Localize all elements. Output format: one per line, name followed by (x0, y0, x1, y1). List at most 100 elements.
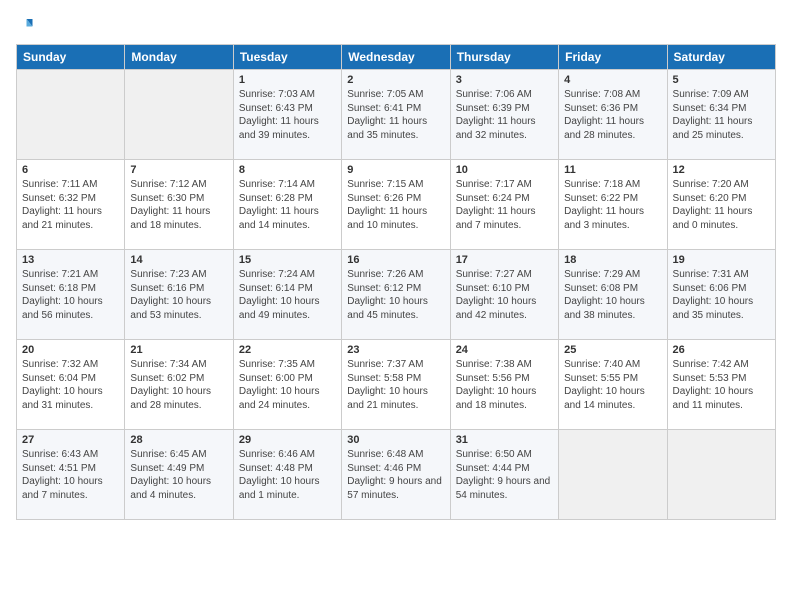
calendar-day-cell: 31 Sunrise: 6:50 AM Sunset: 4:44 PM Dayli… (450, 430, 558, 520)
calendar-day-cell: 12 Sunrise: 7:20 AM Sunset: 6:20 PM Dayli… (667, 160, 775, 250)
day-of-week-header: Saturday (667, 45, 775, 70)
day-info: Sunrise: 7:40 AM Sunset: 5:55 PM Dayligh… (564, 358, 661, 412)
day-info: Sunrise: 6:48 AM Sunset: 4:46 PM Dayligh… (347, 448, 444, 502)
day-number: 18 (564, 254, 661, 266)
calendar-day-cell: 8 Sunrise: 7:14 AM Sunset: 6:28 PM Daylig… (233, 160, 341, 250)
calendar-day-cell: 14Sunrise: 7:23 AM Sunset: 6:16 PM Dayli… (125, 250, 233, 340)
day-info: Sunrise: 7:18 AM Sunset: 6:22 PM Dayligh… (564, 178, 661, 232)
day-number: 17 (456, 254, 553, 266)
day-info: Sunrise: 7:08 AM Sunset: 6:36 PM Dayligh… (564, 88, 661, 142)
calendar-day-cell: 29 Sunrise: 6:46 AM Sunset: 4:48 PM Dayli… (233, 430, 341, 520)
day-number: 20 (22, 344, 119, 356)
day-info: Sunrise: 7:14 AM Sunset: 6:28 PM Dayligh… (239, 178, 336, 232)
calendar-day-cell: 19 Sunrise: 7:31 AM Sunset: 6:06 PM Dayli… (667, 250, 775, 340)
day-info: Sunrise: 7:23 AM Sunset: 6:16 PM Dayligh… (130, 268, 227, 322)
day-of-week-header: Tuesday (233, 45, 341, 70)
day-info: Sunrise: 7:31 AM Sunset: 6:06 PM Dayligh… (673, 268, 770, 322)
calendar-day-cell: 4 Sunrise: 7:08 AM Sunset: 6:36 PM Daylig… (559, 70, 667, 160)
calendar-day-cell: 15Sunrise: 7:24 AM Sunset: 6:14 PM Dayli… (233, 250, 341, 340)
day-number: 25 (564, 344, 661, 356)
day-info: Sunrise: 7:20 AM Sunset: 6:20 PM Dayligh… (673, 178, 770, 232)
calendar-day-cell: 7Sunrise: 7:12 AM Sunset: 6:30 PM Daylig… (125, 160, 233, 250)
day-info: Sunrise: 7:37 AM Sunset: 5:58 PM Dayligh… (347, 358, 444, 412)
day-number: 4 (564, 74, 661, 86)
day-info: Sunrise: 7:11 AM Sunset: 6:32 PM Dayligh… (22, 178, 119, 232)
day-of-week-header: Wednesday (342, 45, 450, 70)
day-number: 23 (347, 344, 444, 356)
calendar-day-cell: 25 Sunrise: 7:40 AM Sunset: 5:55 PM Dayli… (559, 340, 667, 430)
calendar-week-row: 1Sunrise: 7:03 AM Sunset: 6:43 PM Daylig… (17, 70, 776, 160)
day-number: 22 (239, 344, 336, 356)
day-info: Sunrise: 7:29 AM Sunset: 6:08 PM Dayligh… (564, 268, 661, 322)
calendar-day-cell: 17Sunrise: 7:27 AM Sunset: 6:10 PM Dayli… (450, 250, 558, 340)
calendar-day-cell: 30 Sunrise: 6:48 AM Sunset: 4:46 PM Dayli… (342, 430, 450, 520)
day-info: Sunrise: 7:06 AM Sunset: 6:39 PM Dayligh… (456, 88, 553, 142)
page-header (16, 16, 776, 34)
calendar-week-row: 27 Sunrise: 6:43 AM Sunset: 4:51 PM Dayli… (17, 430, 776, 520)
day-number: 24 (456, 344, 553, 356)
day-number: 9 (347, 164, 444, 176)
day-info: Sunrise: 7:05 AM Sunset: 6:41 PM Dayligh… (347, 88, 444, 142)
calendar-day-cell: 1Sunrise: 7:03 AM Sunset: 6:43 PM Daylig… (233, 70, 341, 160)
day-info: Sunrise: 7:15 AM Sunset: 6:26 PM Dayligh… (347, 178, 444, 232)
day-info: Sunrise: 7:34 AM Sunset: 6:02 PM Dayligh… (130, 358, 227, 412)
calendar-day-cell: 23 Sunrise: 7:37 AM Sunset: 5:58 PM Dayli… (342, 340, 450, 430)
calendar-day-cell: 16 Sunrise: 7:26 AM Sunset: 6:12 PM Dayli… (342, 250, 450, 340)
day-number: 5 (673, 74, 770, 86)
logo-icon (16, 16, 34, 34)
day-number: 12 (673, 164, 770, 176)
day-number: 8 (239, 164, 336, 176)
calendar-day-cell: 20 Sunrise: 7:32 AM Sunset: 6:04 PM Dayli… (17, 340, 125, 430)
calendar-day-cell: 10Sunrise: 7:17 AM Sunset: 6:24 PM Dayli… (450, 160, 558, 250)
calendar-day-cell: 18 Sunrise: 7:29 AM Sunset: 6:08 PM Dayli… (559, 250, 667, 340)
day-number: 1 (239, 74, 336, 86)
day-number: 6 (22, 164, 119, 176)
day-number: 28 (130, 434, 227, 446)
calendar-day-cell: 13Sunrise: 7:21 AM Sunset: 6:18 PM Dayli… (17, 250, 125, 340)
day-of-week-header: Monday (125, 45, 233, 70)
calendar-day-cell (125, 70, 233, 160)
day-info: Sunrise: 6:45 AM Sunset: 4:49 PM Dayligh… (130, 448, 227, 502)
day-number: 31 (456, 434, 553, 446)
day-info: Sunrise: 6:46 AM Sunset: 4:48 PM Dayligh… (239, 448, 336, 502)
day-info: Sunrise: 7:32 AM Sunset: 6:04 PM Dayligh… (22, 358, 119, 412)
day-number: 19 (673, 254, 770, 266)
calendar-day-cell: 3 Sunrise: 7:06 AM Sunset: 6:39 PM Daylig… (450, 70, 558, 160)
calendar-week-row: 6 Sunrise: 7:11 AM Sunset: 6:32 PM Daylig… (17, 160, 776, 250)
day-info: Sunrise: 6:50 AM Sunset: 4:44 PM Dayligh… (456, 448, 553, 502)
calendar-day-cell: 28 Sunrise: 6:45 AM Sunset: 4:49 PM Dayli… (125, 430, 233, 520)
logo (16, 16, 38, 34)
day-number: 30 (347, 434, 444, 446)
calendar-header-row: SundayMondayTuesdayWednesdayThursdayFrid… (17, 45, 776, 70)
calendar-week-row: 13Sunrise: 7:21 AM Sunset: 6:18 PM Dayli… (17, 250, 776, 340)
day-number: 29 (239, 434, 336, 446)
day-info: Sunrise: 7:38 AM Sunset: 5:56 PM Dayligh… (456, 358, 553, 412)
day-info: Sunrise: 7:24 AM Sunset: 6:14 PM Dayligh… (239, 268, 336, 322)
calendar-day-cell (17, 70, 125, 160)
day-number: 16 (347, 254, 444, 266)
calendar-day-cell: 2 Sunrise: 7:05 AM Sunset: 6:41 PM Daylig… (342, 70, 450, 160)
calendar-day-cell (559, 430, 667, 520)
day-info: Sunrise: 7:35 AM Sunset: 6:00 PM Dayligh… (239, 358, 336, 412)
day-info: Sunrise: 7:26 AM Sunset: 6:12 PM Dayligh… (347, 268, 444, 322)
calendar-day-cell: 6 Sunrise: 7:11 AM Sunset: 6:32 PM Daylig… (17, 160, 125, 250)
day-number: 27 (22, 434, 119, 446)
day-of-week-header: Friday (559, 45, 667, 70)
day-info: Sunrise: 6:43 AM Sunset: 4:51 PM Dayligh… (22, 448, 119, 502)
calendar-day-cell: 27 Sunrise: 6:43 AM Sunset: 4:51 PM Dayli… (17, 430, 125, 520)
calendar-week-row: 20 Sunrise: 7:32 AM Sunset: 6:04 PM Dayli… (17, 340, 776, 430)
day-info: Sunrise: 7:21 AM Sunset: 6:18 PM Dayligh… (22, 268, 119, 322)
day-number: 11 (564, 164, 661, 176)
day-of-week-header: Sunday (17, 45, 125, 70)
day-number: 3 (456, 74, 553, 86)
calendar-day-cell: 26Sunrise: 7:42 AM Sunset: 5:53 PM Dayli… (667, 340, 775, 430)
calendar-day-cell: 24 Sunrise: 7:38 AM Sunset: 5:56 PM Dayli… (450, 340, 558, 430)
day-info: Sunrise: 7:12 AM Sunset: 6:30 PM Dayligh… (130, 178, 227, 232)
calendar-table: SundayMondayTuesdayWednesdayThursdayFrid… (16, 44, 776, 520)
day-number: 2 (347, 74, 444, 86)
calendar-day-cell: 5Sunrise: 7:09 AM Sunset: 6:34 PM Daylig… (667, 70, 775, 160)
day-of-week-header: Thursday (450, 45, 558, 70)
calendar-day-cell: 9 Sunrise: 7:15 AM Sunset: 6:26 PM Daylig… (342, 160, 450, 250)
calendar-day-cell: 21Sunrise: 7:34 AM Sunset: 6:02 PM Dayli… (125, 340, 233, 430)
day-number: 10 (456, 164, 553, 176)
